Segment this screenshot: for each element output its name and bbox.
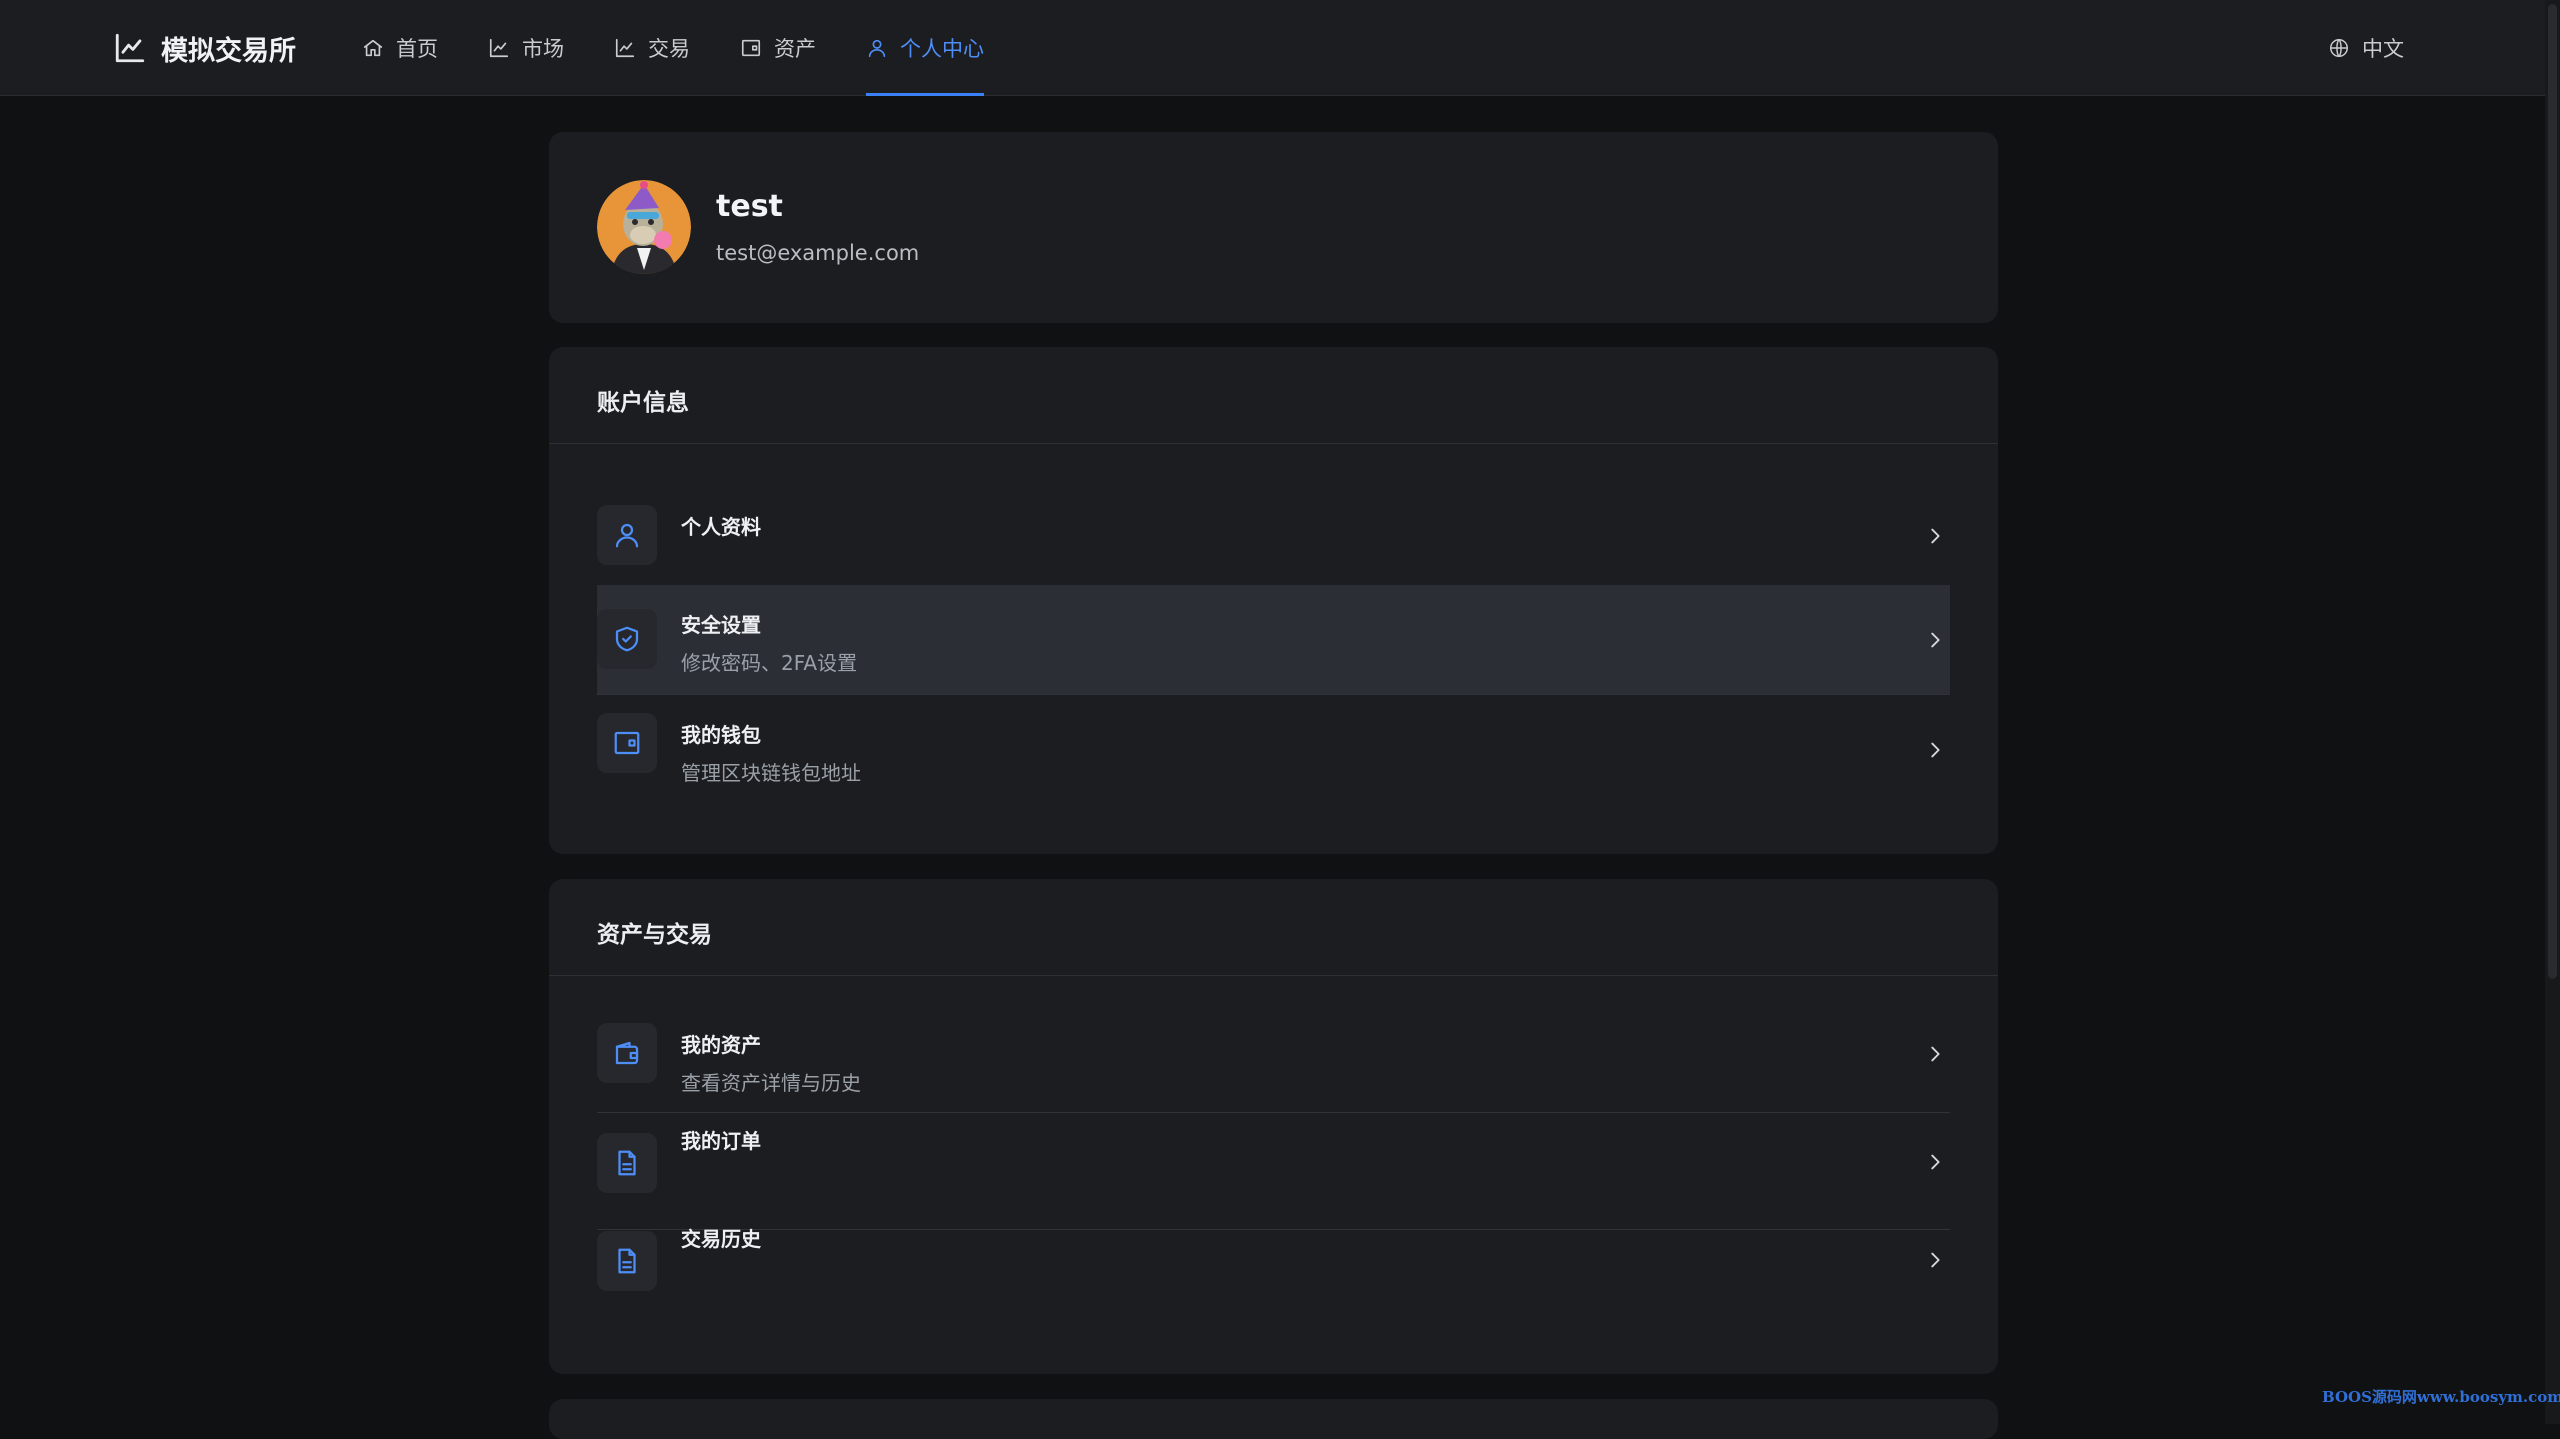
menu-item-subtitle: 查看资产详情与历史 — [681, 1071, 861, 1095]
menu-item-my-assets[interactable]: 我的资产 查看资产详情与历史 — [597, 1019, 1950, 1133]
next-section-card — [549, 1399, 1998, 1439]
shield-icon — [597, 609, 657, 669]
menu-item-title: 个人资料 — [681, 515, 761, 539]
home-icon — [362, 37, 384, 59]
nav-item-assets[interactable]: 资产 — [740, 0, 816, 96]
item-separator — [597, 1229, 1950, 1230]
wallet-icon — [740, 37, 762, 59]
document-icon — [597, 1133, 657, 1193]
chevron-right-icon — [1924, 525, 1946, 547]
menu-item-title: 安全设置 — [681, 613, 761, 637]
menu-item-title: 我的资产 — [681, 1033, 761, 1057]
page-scrollbar[interactable] — [2545, 0, 2560, 1424]
section-divider — [549, 975, 1998, 976]
user-icon — [597, 505, 657, 565]
brand-logo[interactable]: 模拟交易所 — [113, 28, 296, 68]
chart-line-icon — [488, 37, 510, 59]
assets-trades-card: 资产与交易 我的资产 查看资产详情与历史 我的订单 交易历史 — [549, 879, 1998, 1374]
chevron-right-icon — [1924, 629, 1946, 651]
menu-item-title: 我的钱包 — [681, 723, 761, 747]
nav-item-market[interactable]: 市场 — [488, 0, 564, 96]
menu-item-wallet[interactable]: 我的钱包 管理区块链钱包地址 — [597, 695, 1950, 805]
language-switcher[interactable]: 中文 — [2328, 0, 2404, 96]
nav-item-trade[interactable]: 交易 — [614, 0, 690, 96]
brand-name: 模拟交易所 — [161, 35, 296, 67]
language-label: 中文 — [2362, 37, 2404, 61]
wallet-icon — [597, 713, 657, 773]
menu-item-title: 我的订单 — [681, 1129, 761, 1153]
user-icon — [866, 37, 888, 59]
nav-item-label: 个人中心 — [900, 37, 984, 61]
profile-email: test@example.com — [716, 241, 920, 265]
chevron-right-icon — [1924, 739, 1946, 761]
chevron-right-icon — [1924, 1043, 1946, 1065]
avatar[interactable] — [597, 180, 691, 274]
menu-item-trade-history[interactable]: 交易历史 — [597, 1227, 1950, 1329]
chevron-right-icon — [1924, 1249, 1946, 1271]
nav-item-label: 资产 — [774, 37, 816, 61]
nav-item-label: 首页 — [396, 37, 438, 61]
nav-item-label: 交易 — [648, 37, 690, 61]
nav-item-home[interactable]: 首页 — [362, 0, 438, 96]
main-nav: 首页 市场 交易 资产 个人中心 — [362, 0, 984, 96]
item-separator — [597, 1112, 1950, 1113]
document-icon — [597, 1231, 657, 1291]
wallet-icon — [597, 1023, 657, 1083]
globe-icon — [2328, 37, 2350, 59]
nav-item-profile[interactable]: 个人中心 — [866, 0, 984, 96]
nav-item-label: 市场 — [522, 37, 564, 61]
account-info-card: 账户信息 个人资料 安全设置 修改密码、2FA设置 我的钱包 管理区块链钱包地址 — [549, 347, 1998, 854]
scrollbar-thumb[interactable] — [2548, 4, 2557, 979]
menu-item-title: 交易历史 — [681, 1227, 761, 1251]
menu-item-subtitle: 管理区块链钱包地址 — [681, 761, 861, 785]
top-navbar: 模拟交易所 首页 市场 交易 资产 个人中心 中文 — [0, 0, 2545, 96]
chart-line-icon — [614, 37, 636, 59]
menu-item-profile[interactable]: 个人资料 — [597, 487, 1950, 585]
profile-card: test test@example.com — [549, 132, 1998, 323]
chevron-right-icon — [1924, 1151, 1946, 1173]
chart-line-icon — [113, 31, 147, 65]
menu-item-my-orders[interactable]: 我的订单 — [597, 1129, 1950, 1231]
section-title: 资产与交易 — [597, 922, 712, 948]
profile-username: test — [716, 189, 783, 224]
section-title: 账户信息 — [597, 390, 689, 416]
watermark-text: BOOS源码网www.boosym.com — [2322, 1388, 2560, 1406]
menu-item-subtitle: 修改密码、2FA设置 — [681, 651, 858, 675]
menu-item-security[interactable]: 安全设置 修改密码、2FA设置 — [597, 585, 1950, 695]
section-divider — [549, 443, 1998, 444]
